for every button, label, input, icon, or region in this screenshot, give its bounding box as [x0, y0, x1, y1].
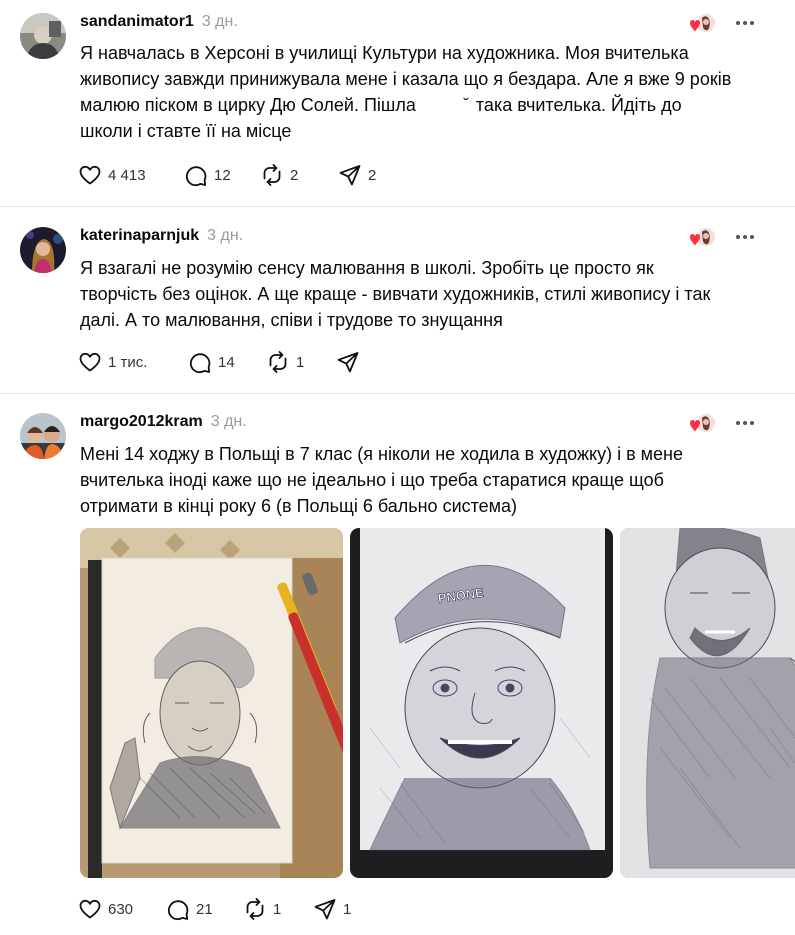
username[interactable]: sandanimator1: [80, 13, 194, 31]
post-header: katerinaparnjuk 3 дн.: [80, 227, 243, 249]
avatar[interactable]: [20, 13, 66, 59]
reply-count: 14: [218, 353, 235, 371]
share-count: 1: [343, 900, 352, 918]
share-count: 2: [368, 166, 377, 184]
post-divider: [0, 206, 795, 207]
image-carousel[interactable]: PNONE: [80, 528, 795, 880]
text-line: живопису завжди принижувала мене і казал…: [80, 69, 732, 89]
repost-count: 1: [296, 353, 305, 371]
text-line: творчість без оцінок. А ще краще - вивча…: [80, 284, 711, 304]
repost-button[interactable]: 1: [243, 895, 313, 923]
repost-icon: [246, 898, 264, 920]
text-line: школи і ставте її на місце: [80, 121, 292, 141]
comment-icon: [185, 166, 207, 187]
text-line: далі. А то малювання, співи і трудове то…: [80, 310, 503, 330]
photo-sketch-2[interactable]: PNONE: [350, 528, 613, 878]
liked-by-author-icon: [684, 12, 716, 36]
liked-by-author-icon: [684, 412, 716, 436]
repost-button[interactable]: 1: [266, 348, 336, 376]
post-text: Мені 14 ходжу в Польщі в 7 клас (я нікол…: [80, 441, 770, 519]
liked-by-author-icon: [684, 226, 716, 250]
send-icon: [339, 165, 361, 186]
like-button[interactable]: 1 тис.: [78, 348, 188, 376]
timestamp[interactable]: 3 дн.: [207, 227, 243, 245]
action-bar: 630 21 1 1: [78, 895, 373, 923]
repost-count: 2: [290, 166, 299, 184]
like-count: 4 413: [108, 166, 146, 184]
avatar[interactable]: [20, 227, 66, 273]
text-line: Мені 14 ходжу в Польщі в 7 клас (я нікол…: [80, 444, 683, 464]
send-icon: [314, 899, 336, 920]
share-button[interactable]: [336, 348, 376, 376]
comment-icon: [189, 353, 211, 374]
reply-button[interactable]: 12: [184, 161, 260, 189]
username[interactable]: margo2012kram: [80, 413, 203, 431]
text-line: Я навчалась в Херсоні в училищі Культури…: [80, 43, 689, 63]
post-text: Я взагалі не розумію сенсу малювання в ш…: [80, 255, 770, 333]
heart-icon: [79, 899, 101, 919]
like-button[interactable]: 630: [78, 895, 166, 923]
more-horizontal-icon[interactable]: [730, 13, 760, 33]
timestamp[interactable]: 3 дн.: [202, 13, 238, 31]
action-bar: 1 тис. 14 1: [78, 348, 376, 376]
repost-count: 1: [273, 900, 282, 918]
post-header: sandanimator1 3 дн.: [80, 13, 238, 35]
post-header: margo2012kram 3 дн.: [80, 413, 247, 435]
comment-icon: [167, 900, 189, 921]
like-button[interactable]: 4 413: [78, 161, 184, 189]
like-count: 630: [108, 900, 134, 918]
photo-sketch-1[interactable]: [80, 528, 343, 878]
photo-sketch-3[interactable]: [620, 528, 795, 878]
reply-button[interactable]: 14: [188, 348, 266, 376]
reply-count: 12: [214, 166, 231, 184]
text-line: малюю піском в цирку Дю Солей. Пішла ̆ т…: [80, 95, 682, 115]
reply-count: 21: [196, 900, 213, 918]
share-button[interactable]: 2: [338, 161, 398, 189]
username[interactable]: katerinaparnjuk: [80, 227, 199, 245]
more-horizontal-icon[interactable]: [730, 227, 760, 247]
avatar[interactable]: [20, 413, 66, 459]
share-button[interactable]: 1: [313, 895, 373, 923]
send-icon: [337, 352, 359, 373]
post-divider: [0, 393, 795, 394]
timestamp[interactable]: 3 дн.: [211, 413, 247, 431]
repost-icon: [269, 351, 287, 373]
text-line: вчителька іноді каже що не ідеально і що…: [80, 470, 664, 490]
heart-icon: [79, 165, 101, 185]
more-horizontal-icon[interactable]: [730, 413, 760, 433]
like-count: 1 тис.: [108, 353, 148, 371]
post-text: Я навчалась в Херсоні в училищі Культури…: [80, 40, 770, 144]
reply-button[interactable]: 21: [166, 895, 243, 923]
repost-button[interactable]: 2: [260, 161, 338, 189]
text-line: отримати в кінці року 6 (в Польщі 6 баль…: [80, 496, 518, 516]
repost-icon: [263, 164, 281, 186]
action-bar: 4 413 12 2 2: [78, 161, 398, 189]
text-line: Я взагалі не розумію сенсу малювання в ш…: [80, 258, 654, 278]
heart-icon: [79, 352, 101, 372]
